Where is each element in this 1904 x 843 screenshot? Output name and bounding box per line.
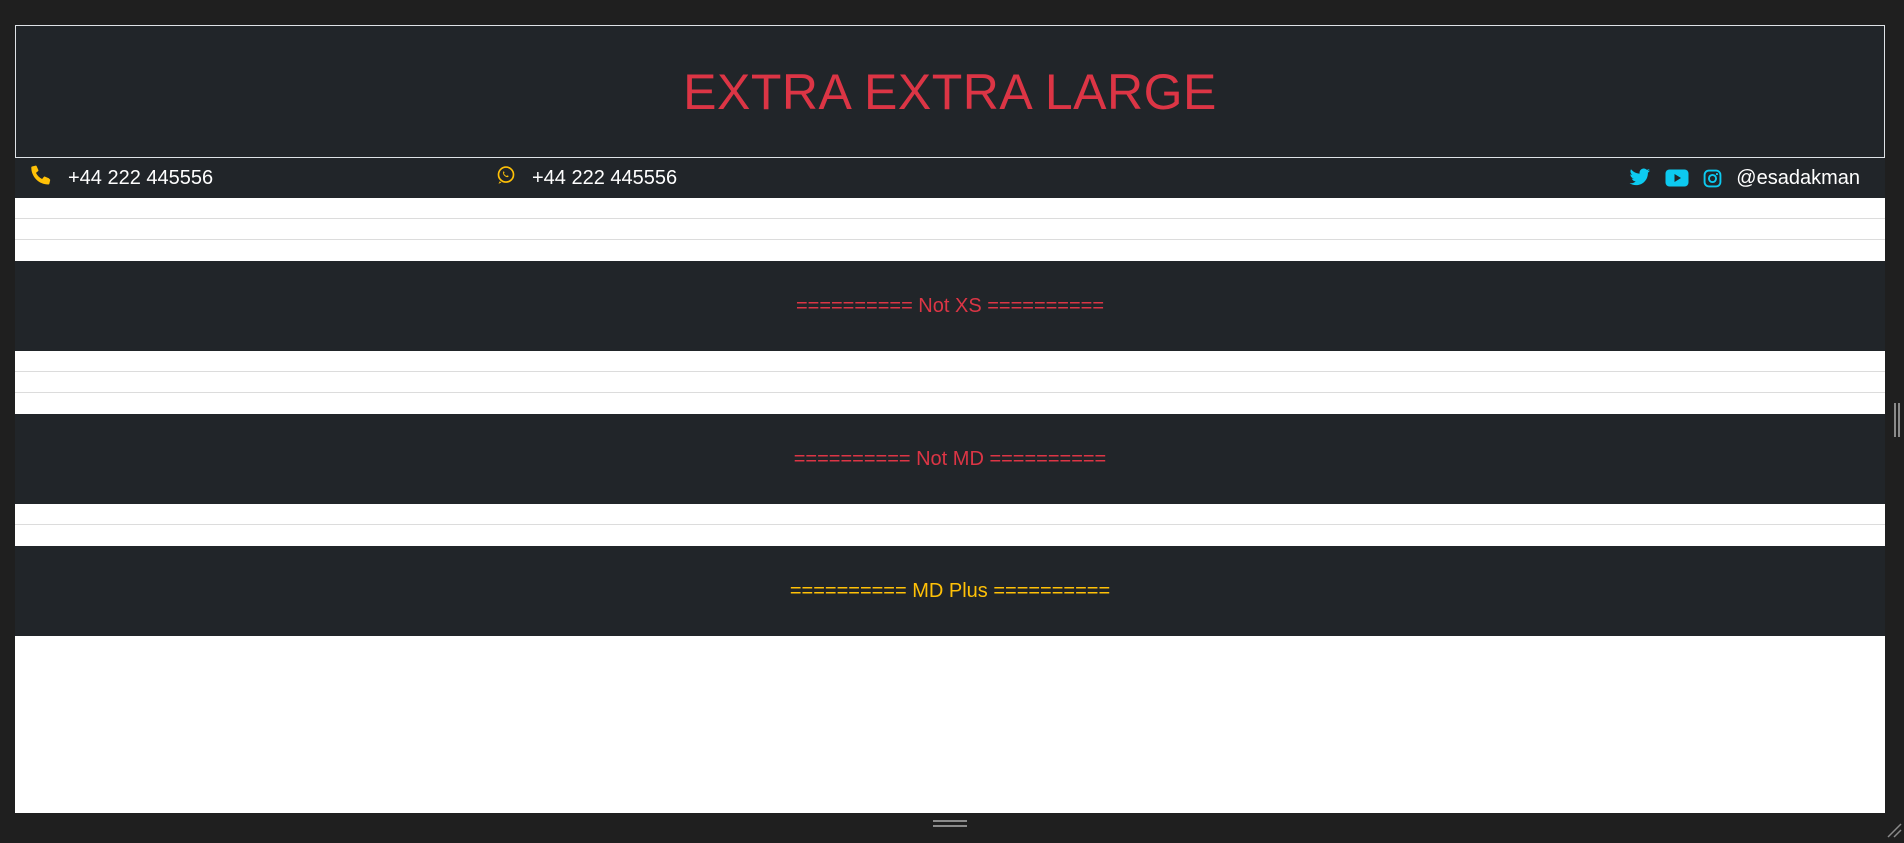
- table-row: [15, 240, 1885, 261]
- whatsapp-contact[interactable]: +44 222 445556: [496, 165, 677, 191]
- table-row: [15, 351, 1885, 372]
- section-not-md: ========== Not MD ==========: [15, 414, 1885, 504]
- youtube-icon[interactable]: [1665, 169, 1689, 187]
- breakpoint-title: EXTRA EXTRA LARGE: [683, 63, 1217, 121]
- section-heading: ========== Not XS ==========: [796, 295, 1104, 318]
- breakpoint-banner: EXTRA EXTRA LARGE: [15, 25, 1885, 158]
- table-row: [15, 504, 1885, 525]
- phone-contact[interactable]: +44 222 445556: [30, 164, 213, 192]
- page-viewport: EXTRA EXTRA LARGE +44 222 445556 +44 222…: [15, 25, 1885, 813]
- section-not-xs: ========== Not XS ==========: [15, 261, 1885, 351]
- twitter-icon[interactable]: [1629, 168, 1651, 188]
- phone-icon: [30, 164, 52, 192]
- table-row: [15, 219, 1885, 240]
- social-links: @esadakman: [1615, 167, 1860, 190]
- table-rows-1: [15, 198, 1885, 261]
- social-handle[interactable]: @esadakman: [1736, 167, 1860, 190]
- vertical-resize-handle[interactable]: [1894, 403, 1902, 437]
- section-md-plus: ========== MD Plus ==========: [15, 546, 1885, 636]
- table-row: [15, 393, 1885, 414]
- horizontal-resize-handle[interactable]: [933, 820, 967, 830]
- contact-topbar: +44 222 445556 +44 222 445556: [15, 158, 1885, 198]
- whatsapp-number: +44 222 445556: [532, 167, 677, 190]
- whatsapp-icon: [496, 165, 516, 191]
- table-row: [15, 198, 1885, 219]
- section-heading: ========== MD Plus ==========: [790, 580, 1110, 603]
- table-rows-2: [15, 351, 1885, 414]
- table-rows-3: [15, 504, 1885, 546]
- table-row: [15, 525, 1885, 546]
- empty-content-area: [15, 636, 1885, 813]
- section-heading: ========== Not MD ==========: [794, 448, 1107, 471]
- resize-grip-icon[interactable]: [1886, 822, 1902, 838]
- phone-number: +44 222 445556: [68, 167, 213, 190]
- instagram-icon[interactable]: [1703, 169, 1722, 188]
- table-row: [15, 372, 1885, 393]
